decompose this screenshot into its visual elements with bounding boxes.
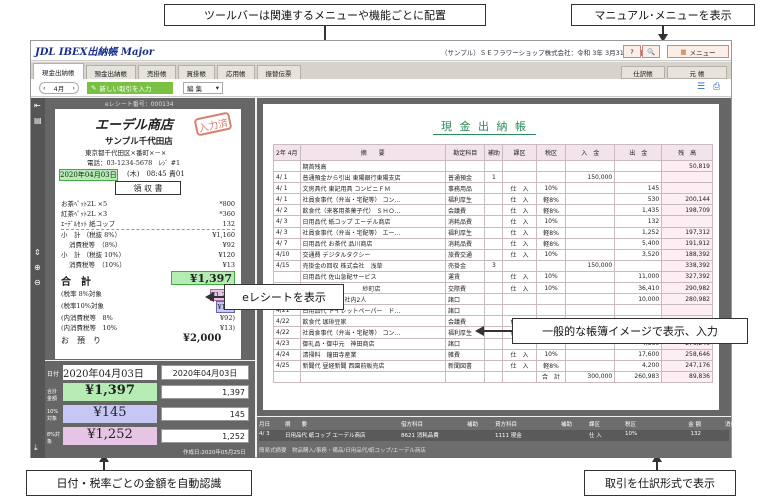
callout-arrows-2 bbox=[205, 292, 512, 336]
